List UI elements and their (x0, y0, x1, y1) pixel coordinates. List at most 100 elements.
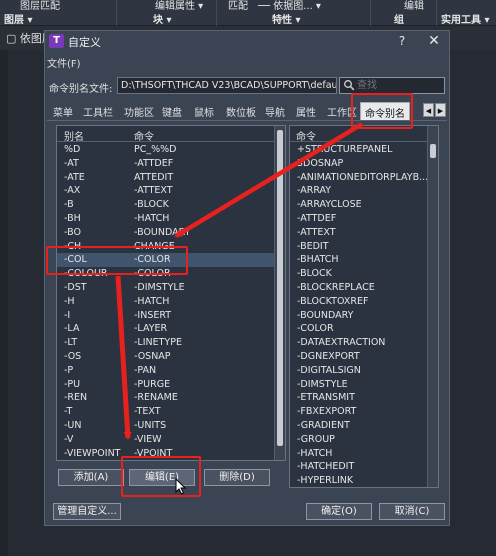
command-list[interactable]: 命令 +STRUCTUREPANEL 3DOSNAP -ANIMATIONEDITO… (289, 125, 439, 488)
command-list-row[interactable]: -ANIMATIONEDITORPLAYB... (290, 171, 438, 185)
ribbon-panel-layer[interactable]: 图层 ▾ (4, 11, 33, 26)
tab-toolbar[interactable]: 工具栏 (83, 104, 113, 120)
alias-file-path-field[interactable]: D:\THSOFT\THCAD V23\BCAD\SUPPORT\default… (117, 77, 337, 94)
command-list-row[interactable]: -BLOCKTOXREF (290, 295, 438, 309)
command-list-row[interactable]: -FBXEXPORT (290, 405, 438, 419)
command-list-row[interactable]: -HATCH (290, 447, 438, 461)
command-cell: PC_%%D (134, 144, 177, 155)
alias-list-row[interactable]: -BH -HATCH (57, 212, 285, 226)
ribbon-panel-block[interactable]: 块 ▾ (153, 11, 172, 26)
alias-list-row[interactable]: -PU -PURGE (57, 378, 285, 392)
alias-list-row[interactable]: -T -TEXT (57, 405, 285, 419)
command-list-row[interactable]: -BHATCH (290, 253, 438, 267)
menu-file[interactable]: 文件(F) (47, 55, 81, 70)
alias-list-row[interactable]: -REN -RENAME (57, 391, 285, 405)
tab-ribbon[interactable]: 功能区 (124, 104, 154, 120)
alias-list-row[interactable]: -V -VIEW (57, 433, 285, 447)
command-cell: -PAN (134, 364, 157, 376)
add-button[interactable]: 添加(A) (58, 469, 124, 486)
tab-command-alias[interactable]: 命令别名 (360, 102, 410, 121)
scrollbar-thumb[interactable] (277, 130, 283, 446)
command-list-row[interactable]: -HATCHEDIT (290, 460, 438, 474)
tab-menu[interactable]: 菜单 (53, 104, 73, 120)
command-list-row[interactable]: -BLOCK (290, 267, 438, 281)
command-cell: -GROUP (297, 433, 335, 445)
command-cell: -BOUNDARY (134, 226, 191, 238)
alias-list-row[interactable]: -AT -ATTDEF (57, 157, 285, 171)
scrollbar-thumb[interactable] (430, 144, 436, 158)
search-input[interactable] (357, 78, 443, 93)
tab-properties[interactable]: 属性 (296, 104, 316, 120)
dialog-titlebar[interactable]: T 自定义 ? ✕ (45, 31, 449, 51)
command-list-row[interactable]: +STRUCTUREPANEL (290, 143, 438, 157)
tab-mouse[interactable]: 鼠标 (194, 104, 214, 120)
command-list-row[interactable]: -HYPERLINK (290, 474, 438, 487)
close-button[interactable]: ✕ (425, 32, 443, 50)
alias-list-row[interactable]: -COLOUR -COLOR (57, 267, 285, 281)
alias-list-row[interactable]: -I -INSERT (57, 309, 285, 323)
alias-list-row[interactable]: -OS -OSNAP (57, 350, 285, 364)
command-list-row[interactable]: -BOUNDARY (290, 309, 438, 323)
help-button[interactable]: ? (394, 33, 410, 49)
tab-scroll-left-icon[interactable]: ◀ (423, 103, 434, 117)
ribbon-panel-group[interactable]: 组 (394, 11, 404, 26)
alias-list-row[interactable]: -CH CHANGE (57, 240, 285, 254)
command-cell: -LAYER (134, 323, 168, 335)
command-list-row[interactable]: -GRADIENT (290, 419, 438, 433)
cancel-button[interactable]: 取消(C) (379, 503, 445, 520)
command-list-scrollbar[interactable] (427, 126, 438, 487)
ribbon-match[interactable]: 匹配 (228, 0, 248, 12)
command-list-row[interactable]: -ETRANSMIT (290, 391, 438, 405)
delete-button[interactable]: 删除(D) (204, 469, 270, 486)
command-list-row[interactable]: -DATAEXTRACTION (290, 336, 438, 350)
alias-list-row[interactable]: -AX -ATTEXT (57, 184, 285, 198)
alias-list-row[interactable]: -LT -LINETYPE (57, 336, 285, 350)
manage-customizations-button[interactable]: 管理自定义... (53, 503, 121, 520)
tab-navigation[interactable]: 导航 (265, 104, 285, 120)
command-list-row[interactable]: -DIGITALSIGN (290, 364, 438, 378)
alias-list[interactable]: 别名 命令 %D PC_%%D -AT -ATTDEF -ATE ATTEDIT -AX -A… (56, 125, 286, 461)
command-cell: -INSERT (134, 309, 172, 321)
alias-cell: -P (64, 364, 74, 376)
ok-button[interactable]: 确定(O) (306, 503, 372, 520)
tab-scroll-right-icon[interactable]: ▶ (435, 103, 446, 117)
alias-list-row[interactable]: -VIEWPOINT -VPOINT (57, 447, 285, 460)
alias-list-row[interactable]: -B -BLOCK (57, 198, 285, 212)
alias-list-row[interactable]: -BO -BOUNDARY (57, 226, 285, 240)
command-list-row[interactable]: -COLOR (290, 322, 438, 336)
command-cell: -ATTDEF (134, 157, 174, 169)
tab-tablet[interactable]: 数位板 (226, 104, 256, 120)
column-header-command[interactable]: 命令 (134, 128, 154, 143)
alias-list-row[interactable]: -H -HATCH (57, 295, 285, 309)
command-list-row[interactable]: -ATTDEF (290, 212, 438, 226)
command-list-row[interactable]: -BLOCKREPLACE (290, 281, 438, 295)
ribbon-edit[interactable]: 编辑 (404, 0, 424, 12)
command-list-row[interactable]: -BEDIT (290, 240, 438, 254)
ribbon-panel-utilities[interactable]: 实用工具 ▾ (441, 11, 490, 26)
tab-keyboard[interactable]: 键盘 (162, 104, 182, 120)
column-header-command[interactable]: 命令 (296, 128, 316, 143)
command-list-row[interactable]: -DGNEXPORT (290, 350, 438, 364)
alias-list-row[interactable]: %D PC_%%D (57, 143, 285, 157)
alias-list-row[interactable]: -COL -COLOR (57, 253, 285, 268)
command-list-row[interactable]: -GROUP (290, 433, 438, 447)
command-list-row[interactable]: -ATTEXT (290, 226, 438, 240)
alias-list-row[interactable]: -P -PAN (57, 364, 285, 378)
command-list-row[interactable]: 3DOSNAP (290, 157, 438, 171)
command-list-row[interactable]: -ARRAYCLOSE (290, 198, 438, 212)
alias-list-row[interactable]: -UN -UNITS (57, 419, 285, 433)
column-header-alias[interactable]: 别名 (64, 128, 84, 143)
alias-list-scrollbar[interactable] (274, 126, 285, 460)
ribbon-panel-properties[interactable]: 特性 ▾ (272, 11, 301, 26)
command-list-row[interactable]: -ARRAY (290, 184, 438, 198)
alias-cell: -BO (64, 226, 81, 238)
alias-list-row[interactable]: -ATE ATTEDIT (57, 171, 285, 185)
alias-list-rows: %D PC_%%D -AT -ATTDEF -ATE ATTEDIT -AX -ATTEXT -… (57, 143, 285, 460)
alias-list-header: 别名 命令 (57, 126, 285, 143)
search-box[interactable] (339, 77, 445, 94)
alias-list-row[interactable]: -DST -DIMSTYLE (57, 281, 285, 295)
command-list-row[interactable]: -DIMSTYLE (290, 378, 438, 392)
alias-list-row[interactable]: -LA -LAYER (57, 322, 285, 336)
tab-workspace[interactable]: 工作区 (327, 104, 357, 120)
search-icon (344, 80, 355, 91)
